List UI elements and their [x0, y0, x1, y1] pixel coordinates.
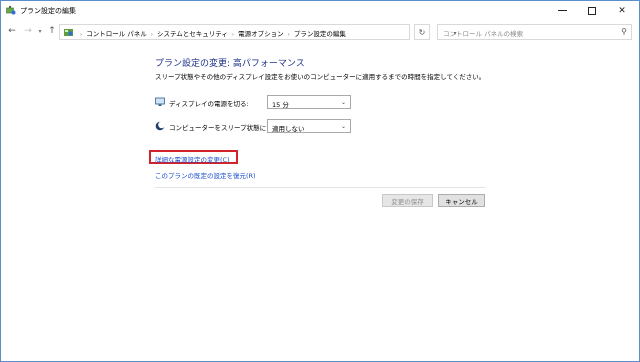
- back-button[interactable]: ←: [6, 24, 18, 38]
- chevron-down-icon: ⌄: [340, 99, 346, 106]
- search-input[interactable]: コントロール パネルの検索 ⚲: [437, 24, 632, 40]
- cancel-button[interactable]: キャンセル: [438, 194, 485, 207]
- navigation-bar: ← → ▾ ↑ › コントロール パネル › システムとセキュリティ › 電源オプション ›…: [1, 21, 639, 43]
- minimize-icon: [557, 10, 567, 11]
- up-button[interactable]: ↑: [46, 24, 58, 38]
- advanced-settings-link-highlight[interactable]: 詳細な電源設定の変更(C): [149, 150, 238, 164]
- sleep-moon-icon: [155, 121, 165, 131]
- page-description: スリープ状態やその他のディスプレイ設定をお使いのコンピューターに適用するまでの時…: [155, 73, 486, 81]
- sleep-label: コンピューターをスリープ状態にする:: [169, 124, 282, 132]
- breadcrumb-item-control-panel[interactable]: コントロール パネル: [86, 30, 147, 38]
- refresh-icon: ↻: [418, 27, 426, 37]
- chevron-down-icon: ▾: [38, 27, 42, 35]
- save-changes-button[interactable]: 変更の保存: [382, 194, 433, 207]
- search-icon: ⚲: [621, 27, 627, 36]
- forward-arrow-icon: →: [24, 26, 32, 36]
- address-bar[interactable]: › コントロール パネル › システムとセキュリティ › 電源オプション › プラン設定の編集…: [59, 24, 457, 40]
- sleep-value: 適用しない: [272, 125, 305, 133]
- window-title: プラン設定の編集: [20, 7, 76, 15]
- refresh-button[interactable]: ↻: [414, 24, 430, 40]
- recent-locations-button[interactable]: ▾: [34, 24, 46, 38]
- close-icon: ✕: [618, 5, 626, 16]
- maximize-button[interactable]: [577, 1, 607, 20]
- breadcrumb-separator-icon: ›: [80, 32, 83, 38]
- breadcrumb-separator-icon: ›: [287, 32, 290, 38]
- breadcrumb-separator-icon: ›: [231, 32, 235, 38]
- control-panel-icon: [64, 29, 73, 36]
- forward-button[interactable]: →: [22, 24, 34, 38]
- sleep-select[interactable]: 適用しない ⌄: [267, 119, 351, 133]
- search-placeholder: コントロール パネルの検索: [443, 30, 524, 38]
- breadcrumb-item-edit-plan[interactable]: プラン設定の編集: [294, 30, 346, 38]
- monitor-icon: [155, 97, 165, 106]
- title-bar: プラン設定の編集 ✕: [1, 1, 639, 20]
- power-options-icon: [6, 6, 16, 15]
- display-off-label: ディスプレイの電源を切る:: [169, 100, 249, 108]
- advanced-settings-link[interactable]: 詳細な電源設定の変更(C): [155, 154, 230, 164]
- breadcrumb-item-system-security[interactable]: システムとセキュリティ: [157, 30, 228, 38]
- breadcrumb-item-power-options[interactable]: 電源オプション: [238, 30, 284, 38]
- close-button[interactable]: ✕: [607, 1, 637, 20]
- page-title: プラン設定の変更: 高パフォーマンス: [155, 59, 305, 69]
- chevron-down-icon: ⌄: [340, 123, 346, 130]
- display-off-select[interactable]: 15 分 ⌄: [267, 95, 351, 109]
- back-arrow-icon: ←: [8, 26, 16, 36]
- window: プラン設定の編集 ✕ ← → ▾ ↑ › コントロール パネル › システムとセキュリ…: [0, 0, 640, 362]
- restore-defaults-link[interactable]: このプランの既定の設定を復元(R): [155, 170, 256, 180]
- minimize-button[interactable]: [547, 1, 577, 20]
- maximize-icon: [588, 6, 596, 15]
- breadcrumb-separator-icon: ›: [150, 32, 153, 38]
- divider: [155, 187, 486, 188]
- breadcrumb: › コントロール パネル › システムとセキュリティ › 電源オプション › プラン設定の編集: [76, 28, 346, 38]
- display-off-value: 15 分: [272, 101, 289, 109]
- up-arrow-icon: ↑: [48, 26, 56, 36]
